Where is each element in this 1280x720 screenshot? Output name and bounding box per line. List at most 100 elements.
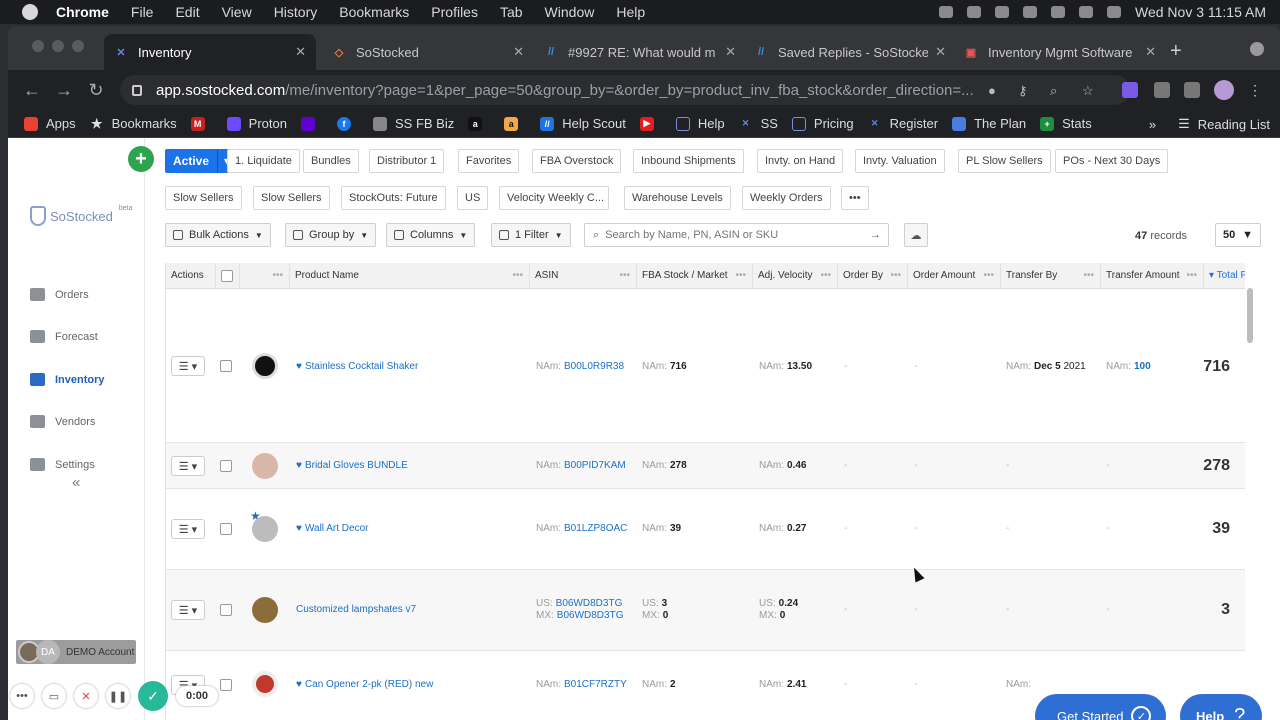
view-chip[interactable]: Velocity Weekly C... [499, 186, 609, 210]
close-tab-icon[interactable]: ✕ [295, 44, 306, 60]
extension-icon[interactable] [1122, 82, 1138, 98]
apple-icon[interactable] [22, 4, 38, 20]
view-chip[interactable]: Distributor 1 [369, 149, 445, 173]
column-header-image[interactable]: ••• [240, 263, 290, 289]
bookmark-the-plan[interactable]: The Plan [952, 116, 1026, 131]
status-icon[interactable] [967, 6, 981, 18]
view-chip[interactable]: Favorites [458, 149, 520, 173]
view-chip[interactable]: Weekly Orders [742, 186, 831, 210]
media-icon[interactable] [1184, 82, 1200, 98]
bookmark-help-scout[interactable]: //Help Scout [540, 116, 626, 131]
sidebar-item-vendors[interactable]: Vendors [30, 415, 95, 428]
active-view-selector[interactable]: Active ▼ [165, 149, 236, 173]
key-icon[interactable]: ⚷ [1018, 83, 1032, 98]
column-header-total[interactable]: ▾ Total F [1204, 263, 1245, 289]
bookmark-ss[interactable]: ✕ SS [739, 116, 778, 131]
close-window-button[interactable] [32, 40, 44, 52]
bookmark-star-icon[interactable]: ☆ [1082, 83, 1096, 98]
tab-inventory[interactable]: ✕ Inventory ✕ [104, 34, 316, 70]
menu-window[interactable]: Window [545, 4, 595, 20]
product-thumbnail[interactable] [252, 597, 278, 623]
clock[interactable]: Wed Nov 3 11:15 AM [1135, 4, 1266, 20]
cancel-recording-icon[interactable]: ✕ [74, 684, 98, 708]
search-box[interactable]: ⌕ → [584, 223, 889, 247]
profile-avatar[interactable] [1214, 80, 1234, 100]
bookmark-ss-fb-biz[interactable]: SS FB Biz [372, 116, 454, 131]
column-header-fba-stock[interactable]: FBA Stock / Market ••• [637, 263, 753, 289]
forward-icon[interactable]: → [48, 80, 80, 101]
bookmark-facebook[interactable]: f [336, 116, 359, 131]
menu-help[interactable]: Help [616, 4, 645, 20]
menu-edit[interactable]: Edit [175, 4, 199, 20]
column-header-asin[interactable]: ASIN ••• [530, 263, 637, 289]
get-started-button[interactable]: Get Started ✓ [1035, 694, 1166, 720]
search-icon[interactable] [1079, 6, 1093, 18]
product-name-link[interactable]: ♥ Wall Art Decor [296, 523, 368, 534]
select-all-checkbox[interactable] [221, 270, 233, 282]
sidebar-item-forecast[interactable]: Forecast [30, 330, 98, 343]
reading-list-icon[interactable]: ☰ [1178, 116, 1190, 132]
column-menu-icon[interactable]: ••• [1083, 263, 1094, 289]
menu-profiles[interactable]: Profiles [431, 4, 478, 20]
bookmark-youtube[interactable]: ▶ [639, 116, 662, 131]
column-menu-icon[interactable]: ••• [735, 263, 746, 289]
sidebar-item-inventory[interactable]: Inventory [30, 373, 105, 386]
bookmark-stats[interactable]: + Stats [1040, 116, 1092, 131]
add-view-button[interactable]: + [128, 146, 154, 172]
bookmark-proton[interactable]: Proton [226, 116, 287, 131]
view-chip[interactable]: Slow Sellers [253, 186, 330, 210]
row-actions-menu-button[interactable]: ☰ ▾ [171, 600, 205, 620]
bookmark-help[interactable]: Help [675, 116, 725, 131]
menu-app[interactable]: Chrome [56, 4, 109, 20]
view-chip[interactable]: PL Slow Sellers [958, 149, 1051, 173]
row-checkbox[interactable] [220, 523, 232, 535]
column-menu-icon[interactable]: ••• [512, 263, 523, 289]
reading-list-label[interactable]: Reading List [1198, 117, 1270, 132]
camera-icon[interactable]: ▭ [42, 684, 66, 708]
column-header-transfer-by[interactable]: Transfer By ••• [1001, 263, 1101, 289]
view-chip[interactable]: POs - Next 30 Days [1055, 149, 1169, 173]
menu-tab[interactable]: Tab [500, 4, 523, 20]
heart-icon[interactable]: ♥ [296, 679, 302, 690]
view-chip[interactable]: Bundles [303, 149, 359, 173]
menu-history[interactable]: History [274, 4, 318, 20]
more-views-button[interactable]: ••• [841, 186, 869, 210]
column-menu-icon[interactable]: ••• [619, 263, 630, 289]
reload-icon[interactable]: ↻ [80, 80, 112, 101]
column-header-transfer-amount[interactable]: Transfer Amount ••• [1101, 263, 1204, 289]
more-bookmarks-icon[interactable]: » [1149, 117, 1156, 132]
collapse-sidebar-icon[interactable]: « [72, 474, 80, 491]
menu-file[interactable]: File [131, 4, 154, 20]
menu-bookmarks[interactable]: Bookmarks [339, 4, 409, 20]
view-chip[interactable]: Inbound Shipments [633, 149, 744, 173]
close-tab-icon[interactable]: ✕ [1145, 44, 1156, 60]
product-name-link[interactable]: ♥ Can Opener 2-pk (RED) new [296, 679, 433, 690]
bookmark-amazon[interactable]: a [468, 116, 490, 131]
row-actions-menu-button[interactable]: ☰ ▾ [171, 519, 205, 539]
heart-icon[interactable]: ♥ [296, 460, 302, 471]
extensions-puzzle-icon[interactable] [1154, 82, 1170, 98]
tab-saved-replies[interactable]: // Saved Replies - SoStocke ✕ [744, 34, 956, 70]
tab-search-icon[interactable] [1250, 42, 1264, 56]
row-actions-menu-button[interactable]: ☰ ▾ [171, 356, 205, 376]
column-menu-icon[interactable]: ••• [820, 263, 831, 289]
heart-icon[interactable]: ♥ [296, 361, 302, 372]
group-by-button[interactable]: Group by ▼ [285, 223, 377, 247]
help-button[interactable]: Help? [1180, 694, 1262, 720]
sidebar-item-settings[interactable]: Settings [30, 458, 95, 471]
minimize-window-button[interactable] [52, 40, 64, 52]
control-center-icon[interactable] [1107, 6, 1121, 18]
back-icon[interactable]: ← [16, 80, 48, 101]
column-menu-icon[interactable]: ••• [983, 263, 994, 289]
lock-icon[interactable] [132, 84, 142, 96]
zoom-window-button[interactable] [72, 40, 84, 52]
columns-button[interactable]: Columns ▼ [386, 223, 476, 247]
active-view-label[interactable]: Active [165, 149, 218, 173]
bookmark-amazon-2[interactable]: a [504, 116, 526, 131]
more-options-icon[interactable]: ••• [10, 684, 34, 708]
product-thumbnail[interactable] [252, 353, 278, 379]
per-page-select[interactable]: 50 ▼ [1215, 223, 1261, 247]
product-name-link[interactable]: ♥ Stainless Cocktail Shaker [296, 361, 418, 372]
finish-recording-icon[interactable]: ✓ [138, 681, 168, 711]
view-chip[interactable]: US [457, 186, 489, 210]
